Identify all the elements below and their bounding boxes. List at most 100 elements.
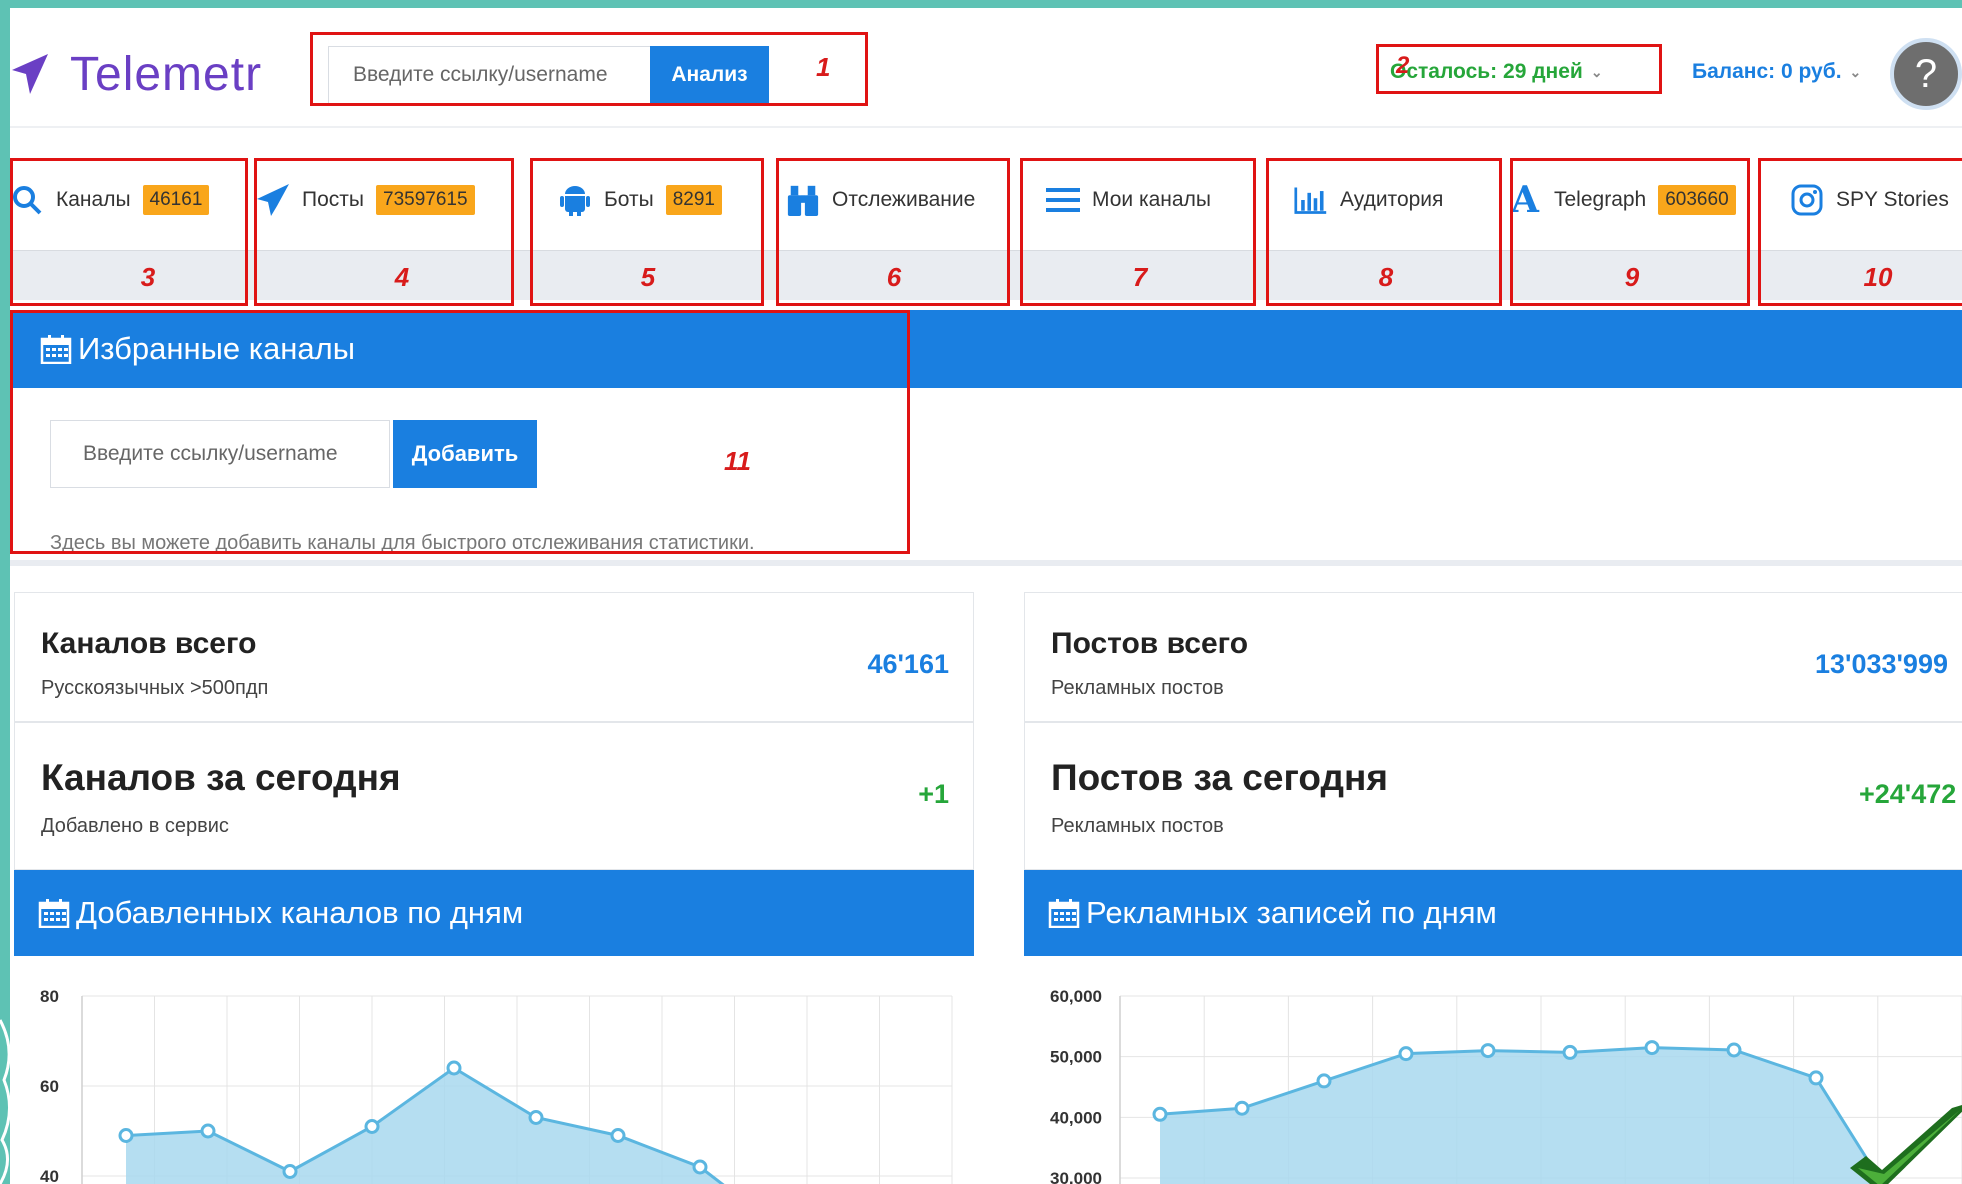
y-tick-label: 60,000 — [1050, 987, 1102, 1006]
android-icon — [558, 183, 592, 217]
stat-value: +1 — [918, 779, 949, 809]
data-point — [1562, 1044, 1578, 1060]
data-point — [1316, 1073, 1332, 1089]
calendar-icon — [40, 335, 72, 364]
data-point — [610, 1128, 626, 1143]
tab-tracking[interactable]: Отслеживание — [786, 160, 975, 240]
binoculars-icon — [786, 183, 820, 217]
tab-bots[interactable]: Боты 8291 — [558, 160, 722, 240]
annotation-number-5: 5 — [640, 262, 656, 292]
logo-text: Telemetr — [70, 47, 263, 101]
analyze-button[interactable]: Анализ — [650, 46, 769, 104]
tab-label: Аудитория — [1340, 188, 1444, 211]
annotation-number-8: 8 — [1378, 262, 1394, 292]
add-favorite-button[interactable]: Добавить — [393, 420, 537, 488]
data-point — [1644, 1040, 1660, 1056]
count-badge: 46161 — [142, 185, 210, 215]
paper-plane-icon — [256, 183, 290, 217]
tab-audience[interactable]: Аудитория — [1294, 160, 1443, 240]
stat-card-posts-total: Постов всего Рекламных постов 13'033'999 — [1024, 592, 1962, 722]
tab-telegraph[interactable]: A Telegraph 603660 — [1508, 160, 1736, 240]
tab-label: Боты — [604, 188, 654, 211]
swirl-decoration-icon — [0, 1019, 11, 1184]
favorites-title-text: Избранные каналы — [78, 331, 355, 366]
tab-label: Посты — [302, 188, 364, 211]
logo[interactable]: Telemetr — [10, 44, 262, 104]
stat-card-channels-total: Каналов всего Русскоязычных >500пдп 46'1… — [14, 592, 974, 722]
stat-value: 13'033'999 — [1815, 649, 1948, 679]
annotation-number-4: 4 — [394, 262, 410, 292]
panel-title: Добавленных каналов по дням — [76, 895, 524, 930]
tab-label: SPY Stories — [1836, 188, 1949, 211]
channels-per-day-chart: 80 60 40 — [40, 987, 953, 1184]
chevron-down-icon: ⌄ — [1849, 63, 1862, 80]
annotation-number-6: 6 — [886, 262, 902, 292]
favorites-input[interactable] — [51, 421, 389, 487]
instagram-icon — [1790, 183, 1824, 217]
balance-label: Баланс: 0 руб. — [1692, 60, 1842, 83]
stat-title: Постов всего — [1051, 627, 1249, 660]
balance-dropdown[interactable]: Баланс: 0 руб. ⌄ — [1692, 60, 1861, 84]
data-point — [282, 1164, 298, 1179]
days-remaining-dropdown[interactable]: Осталось: 29 дней ⌄ — [1390, 60, 1603, 84]
data-point — [1726, 1042, 1742, 1058]
y-tick-label: 80 — [40, 987, 59, 1006]
tab-label: Мои каналы — [1092, 188, 1211, 211]
favorites-input-box — [50, 420, 390, 488]
bar-chart-icon — [1294, 183, 1328, 217]
data-point — [200, 1123, 216, 1139]
calendar-icon — [38, 899, 70, 928]
tab-my-channels[interactable]: Мои каналы — [1046, 160, 1211, 240]
count-badge: 8291 — [665, 185, 722, 215]
tab-posts[interactable]: Посты 73597615 — [256, 160, 475, 240]
y-tick-label: 30,000 — [1050, 1169, 1102, 1184]
calendar-icon — [1048, 899, 1080, 928]
ads-per-day-chart: 60,000 50,000 40,000 30,000 — [1050, 987, 1962, 1184]
series-area — [126, 1068, 723, 1184]
stat-title: Постов за сегодня — [1051, 757, 1388, 798]
stat-subtitle: Рекламных постов — [1051, 677, 1224, 699]
days-remaining-label: Осталось: 29 дней — [1390, 60, 1583, 83]
favorites-hint: Здесь вы можете добавить каналы для быст… — [50, 532, 755, 554]
panel-title: Рекламных записей по дням — [1086, 895, 1497, 930]
nav-strip — [10, 250, 1962, 300]
tab-label: Каналы — [56, 188, 131, 211]
stat-card-channels-today: Каналов за сегодня Добавлено в сервис +1 — [14, 722, 974, 870]
data-point — [118, 1128, 134, 1143]
annotation-number-1: 1 — [816, 52, 831, 82]
tab-spy-stories[interactable]: SPY Stories — [1790, 160, 1949, 240]
annotation-number-2: 2 — [1396, 52, 1410, 79]
panel-header-ads-by-day: Рекламных записей по дням — [1024, 870, 1962, 956]
main-nav: Каналы 46161 Посты 73597615 Боты 8291 От… — [10, 150, 1962, 306]
data-point — [1808, 1070, 1824, 1086]
tab-label: Отслеживание — [832, 188, 976, 211]
y-tick-label: 60 — [40, 1077, 59, 1096]
help-avatar[interactable]: ? — [1890, 38, 1962, 110]
stat-value: 46'161 — [867, 649, 949, 679]
y-tick-label: 50,000 — [1050, 1048, 1102, 1067]
annotation-number-10: 10 — [1863, 262, 1893, 292]
data-point — [528, 1110, 544, 1125]
search-input[interactable] — [329, 47, 656, 103]
annotation-number-3: 3 — [140, 262, 156, 292]
chevron-down-icon: ⌄ — [1590, 63, 1603, 80]
list-icon — [1046, 183, 1080, 217]
y-tick-label: 40 — [40, 1167, 59, 1184]
check-mark-icon — [1850, 1105, 1962, 1184]
annotation-number-9: 9 — [1624, 262, 1640, 292]
app-window: Telemetr Анализ Осталось: 29 дней ⌄ Бала… — [10, 8, 1962, 1184]
tab-channels[interactable]: Каналы 46161 — [10, 160, 210, 240]
data-point — [1398, 1046, 1414, 1062]
count-badge: 73597615 — [376, 185, 475, 215]
panel-header-channels-by-day: Добавленных каналов по дням — [14, 870, 974, 956]
search-icon — [10, 183, 44, 217]
annotation-number-7: 7 — [1132, 262, 1148, 292]
favorites-title: Избранные каналы — [40, 310, 355, 388]
annotation-number-11: 11 — [724, 446, 751, 476]
stat-subtitle: Рекламных постов — [1051, 815, 1224, 837]
stat-title: Каналов всего — [41, 627, 257, 660]
stat-subtitle: Русскоязычных >500пдп — [41, 677, 269, 699]
data-point — [446, 1060, 462, 1076]
data-point — [692, 1159, 708, 1175]
stat-card-posts-today: Постов за сегодня Рекламных постов +24'4… — [1024, 722, 1962, 870]
